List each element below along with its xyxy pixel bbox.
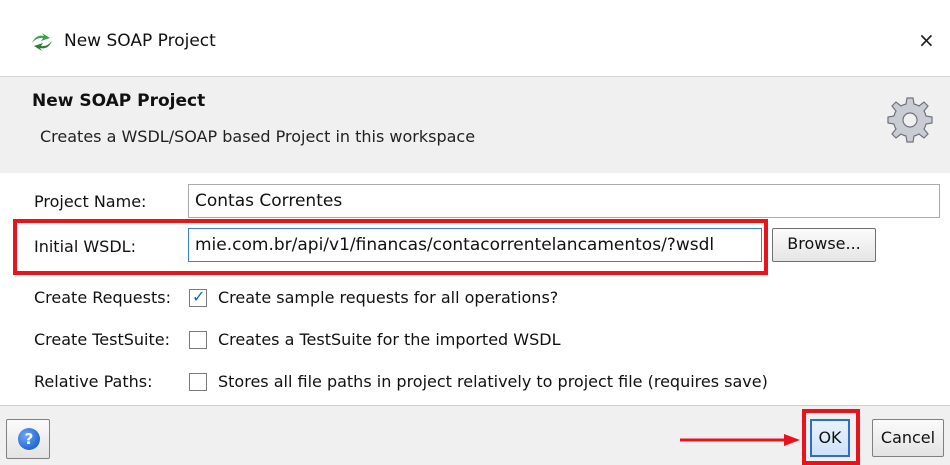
create-testsuite-text: Creates a TestSuite for the imported WSD… xyxy=(218,330,561,349)
relative-paths-checkbox[interactable] xyxy=(189,373,207,391)
window-title: New SOAP Project xyxy=(64,31,216,51)
relative-paths-text: Stores all file paths in project relativ… xyxy=(218,372,768,391)
checkmark-icon: ✓ xyxy=(192,287,206,306)
browse-button[interactable]: Browse... xyxy=(772,228,876,262)
ok-button[interactable]: OK xyxy=(810,419,850,457)
project-name-input[interactable]: Contas Correntes xyxy=(188,184,940,218)
new-soap-project-dialog: New SOAP Project × New SOAP Project Crea… xyxy=(0,0,950,465)
create-requests-checkbox[interactable]: ✓ xyxy=(189,287,207,307)
dialog-footer: ? OK Cancel xyxy=(0,405,950,465)
header-title: New SOAP Project xyxy=(32,91,206,111)
initial-wsdl-label: Initial WSDL: xyxy=(34,237,136,256)
create-requests-label: Create Requests: xyxy=(34,288,171,307)
initial-wsdl-input[interactable]: mie.com.br/api/v1/financas/contacorrente… xyxy=(188,228,762,262)
soapui-logo-icon xyxy=(32,33,52,51)
dialog-header: New SOAP Project Creates a WSDL/SOAP bas… xyxy=(0,76,950,174)
help-icon: ? xyxy=(18,428,40,450)
relative-paths-label: Relative Paths: xyxy=(34,372,153,391)
create-testsuite-label: Create TestSuite: xyxy=(34,330,171,349)
red-arrow-annotation xyxy=(680,434,800,446)
create-requests-text: Create sample requests for all operation… xyxy=(218,288,559,307)
project-name-label: Project Name: xyxy=(34,192,147,211)
project-form: Project Name: Contas Correntes Initial W… xyxy=(0,173,950,405)
gear-icon xyxy=(887,97,933,143)
header-description: Creates a WSDL/SOAP based Project in thi… xyxy=(40,127,476,146)
close-icon[interactable]: × xyxy=(918,28,935,52)
help-button[interactable]: ? xyxy=(6,419,50,459)
title-bar: New SOAP Project × xyxy=(0,0,950,76)
create-testsuite-checkbox[interactable] xyxy=(189,331,207,349)
cancel-button[interactable]: Cancel xyxy=(872,419,944,457)
